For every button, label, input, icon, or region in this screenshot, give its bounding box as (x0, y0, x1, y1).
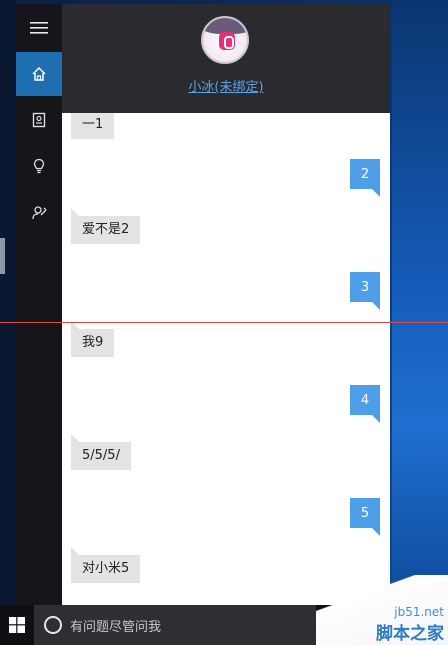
bot-message: 一1 (71, 113, 115, 139)
message-text: 3 (360, 279, 370, 295)
avatar-badge-icon (219, 32, 235, 50)
avatar[interactable] (201, 16, 249, 64)
taskbar-search-box[interactable]: 有问题尽管问我 (34, 605, 316, 645)
message-text: 2 (360, 166, 370, 182)
user-message: 3 (350, 272, 380, 310)
windows-logo-icon (9, 617, 25, 633)
nav-feedback-button[interactable] (16, 190, 62, 234)
desktop-edge-handle (0, 238, 5, 274)
nav-notebook-button[interactable] (16, 98, 62, 142)
hamburger-menu-button[interactable] (16, 6, 62, 50)
home-icon (32, 66, 46, 81)
hamburger-menu-icon (30, 22, 48, 34)
message-text: 一1 (82, 117, 104, 132)
bubble-tail (372, 189, 380, 197)
message-text: 爱不是2 (82, 222, 130, 237)
desktop-left-edge (0, 0, 16, 605)
feedback-icon (32, 206, 47, 220)
message-text: 对小米5 (82, 561, 130, 576)
bot-message: 对小米5 (71, 547, 141, 583)
message-text: 5/5/5/ (82, 448, 120, 463)
bot-message: 我9 (71, 321, 115, 357)
user-message: 2 (350, 159, 380, 197)
bubble-tail (71, 547, 79, 555)
user-name-link[interactable]: 小冰(未绑定) (62, 76, 390, 95)
lightbulb-icon (33, 158, 45, 174)
nav-reminders-button[interactable] (16, 144, 62, 188)
start-button[interactable] (0, 605, 34, 645)
search-placeholder: 有问题尽管问我 (70, 619, 162, 635)
bot-message: 5/5/5/ (71, 434, 131, 470)
message-text: 我9 (82, 335, 104, 350)
watermark-brand: 脚本之家 (376, 624, 444, 644)
bubble-tail (71, 434, 79, 442)
red-guide-line (0, 322, 448, 323)
message-text: 5 (360, 505, 370, 521)
watermark-domain: jb51.net (394, 605, 444, 619)
cortana-icon (44, 616, 62, 634)
chat-conversation: 一1 2 爱不是2 3 我9 4 5/5/5/ 5 对小米5 (62, 113, 390, 605)
nav-home-button[interactable] (16, 52, 62, 96)
cortana-nav-rail (16, 4, 62, 605)
bubble-tail (372, 415, 380, 423)
cortana-header: 小冰(未绑定) (62, 4, 390, 113)
user-message: 4 (350, 385, 380, 423)
bubble-tail (372, 302, 380, 310)
bot-message: 爱不是2 (71, 208, 141, 244)
bubble-tail (71, 208, 79, 216)
user-message: 5 (350, 498, 380, 536)
bubble-tail (372, 528, 380, 536)
message-text: 4 (360, 392, 370, 408)
desktop-wallpaper-glow (392, 0, 448, 605)
notebook-icon (32, 112, 46, 128)
watermark: jb51.net 脚本之家 (316, 575, 448, 645)
